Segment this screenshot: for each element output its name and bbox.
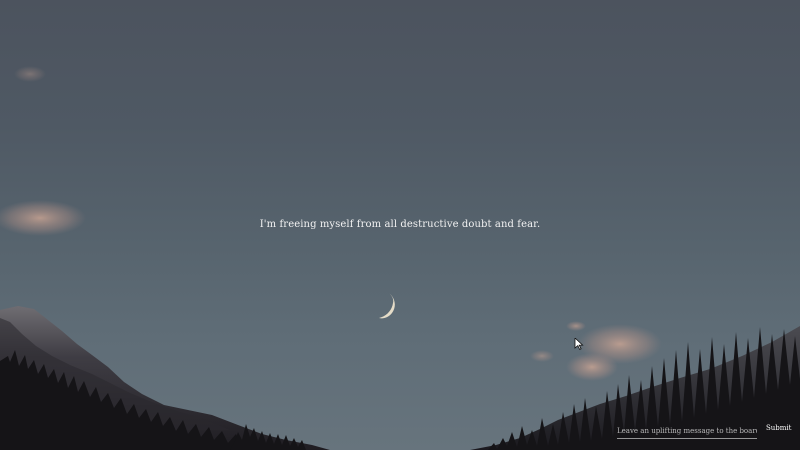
right-cloud-lower	[566, 353, 618, 381]
left-cloud	[0, 200, 86, 236]
small-cloud-left	[530, 350, 554, 362]
submit-button[interactable]: Submit	[766, 424, 791, 432]
mouse-pointer-icon	[574, 338, 584, 350]
message-board-form: Submit	[617, 424, 797, 442]
upper-left-cloud	[14, 66, 46, 82]
crescent-moon-icon	[379, 293, 395, 319]
small-cloud	[566, 321, 586, 331]
affirmation-text: I'm freeing myself from all destructive …	[259, 219, 541, 230]
message-input[interactable]	[617, 424, 757, 439]
